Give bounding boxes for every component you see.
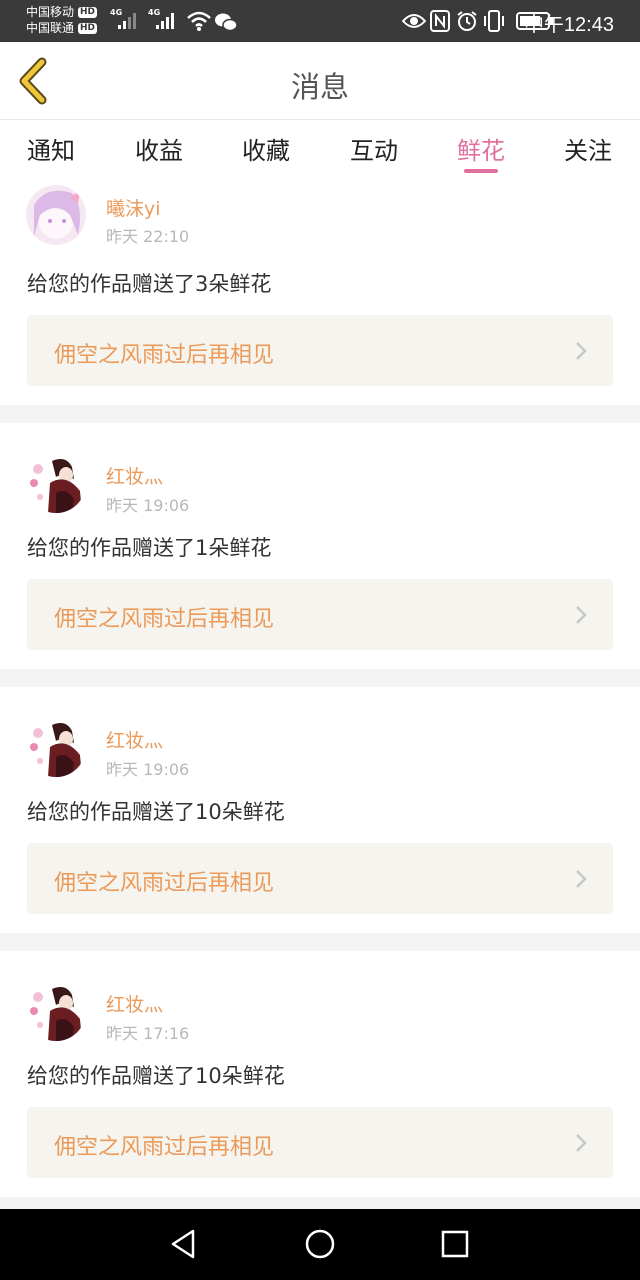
tab-favorites[interactable]: 收藏	[221, 131, 311, 166]
chevron-right-icon	[576, 606, 587, 624]
work-title: 佣空之风雨过后再相见	[54, 343, 275, 368]
tab-flowers[interactable]: 鲜花	[436, 131, 526, 166]
message-text: 给您的作品赠送了10朵鲜花	[27, 800, 285, 824]
alarm-icon	[457, 11, 477, 31]
list-item: 红妆灬 昨天 17:16 给您的作品赠送了10朵鲜花 佣空之风雨过后再相见	[0, 951, 640, 1197]
nfc-icon	[430, 10, 450, 32]
chevron-right-icon	[576, 342, 587, 360]
tab-interactions[interactable]: 互动	[329, 131, 419, 166]
carrier-1: 中国移动	[26, 5, 75, 19]
work-link[interactable]: 佣空之风雨过后再相见	[27, 579, 613, 650]
work-title: 佣空之风雨过后再相见	[54, 607, 275, 632]
divider	[0, 1197, 640, 1209]
active-tab-indicator	[464, 169, 498, 173]
work-title: 佣空之风雨过后再相见	[54, 1135, 275, 1160]
message-text: 给您的作品赠送了10朵鲜花	[27, 1064, 285, 1088]
header-bar: 消息	[0, 42, 640, 120]
avatar[interactable]	[26, 981, 86, 1041]
wifi-icon	[187, 11, 211, 31]
work-link[interactable]: 佣空之风雨过后再相见	[27, 315, 613, 386]
message-time: 昨天 19:06	[106, 496, 190, 515]
hd-badge: HD	[78, 22, 98, 34]
list-item: 红妆灬 昨天 19:06 给您的作品赠送了1朵鲜花 佣空之风雨过后再相见	[0, 423, 640, 669]
tab-following[interactable]: 关注	[543, 131, 633, 166]
message-time: 昨天 17:16	[106, 1024, 190, 1043]
username[interactable]: 红妆灬	[106, 462, 163, 489]
chevron-right-icon	[576, 870, 587, 888]
tab-bar: 通知 收益 收藏 互动 鲜花 关注	[0, 121, 640, 180]
work-title: 佣空之风雨过后再相见	[54, 871, 275, 896]
avatar[interactable]	[26, 453, 86, 513]
username[interactable]: 曦沫yi	[106, 194, 161, 221]
avatar[interactable]	[26, 185, 86, 245]
wechat-icon	[215, 13, 238, 32]
message-time: 昨天 22:10	[106, 227, 190, 246]
back-triangle-icon[interactable]	[168, 1227, 198, 1261]
work-link[interactable]: 佣空之风雨过后再相见	[27, 1107, 613, 1178]
carrier-2: 中国联通	[26, 21, 75, 35]
status-bar: 中国移动 HD 中国联通 HD 4G 4G 中午12:43	[0, 0, 640, 42]
message-text: 给您的作品赠送了1朵鲜花	[27, 536, 272, 560]
work-link[interactable]: 佣空之风雨过后再相见	[27, 843, 613, 914]
status-time: 中午12:43	[523, 14, 614, 36]
recents-square-icon[interactable]	[440, 1227, 470, 1261]
username[interactable]: 红妆灬	[106, 726, 163, 753]
divider	[0, 669, 640, 687]
message-text: 给您的作品赠送了3朵鲜花	[27, 272, 272, 296]
home-circle-icon[interactable]	[304, 1227, 336, 1261]
tab-earnings[interactable]: 收益	[114, 131, 204, 166]
message-time: 昨天 19:06	[106, 760, 190, 779]
divider	[0, 933, 640, 951]
system-nav-bar	[0, 1209, 640, 1280]
hd-badge: HD	[78, 6, 98, 18]
divider	[0, 405, 640, 423]
page-title: 消息	[290, 70, 349, 104]
username[interactable]: 红妆灬	[106, 990, 163, 1017]
carrier-info: 中国移动 HD 中国联通 HD	[26, 4, 98, 36]
list-item: 曦沫yi 昨天 22:10 给您的作品赠送了3朵鲜花 佣空之风雨过后再相见	[0, 180, 640, 405]
eye-icon	[402, 14, 426, 28]
avatar[interactable]	[26, 717, 86, 777]
list-item: 红妆灬 昨天 19:06 给您的作品赠送了10朵鲜花 佣空之风雨过后再相见	[0, 687, 640, 933]
chevron-right-icon	[576, 1134, 587, 1152]
tab-notifications[interactable]: 通知	[6, 131, 96, 166]
vibrate-icon	[484, 10, 504, 32]
